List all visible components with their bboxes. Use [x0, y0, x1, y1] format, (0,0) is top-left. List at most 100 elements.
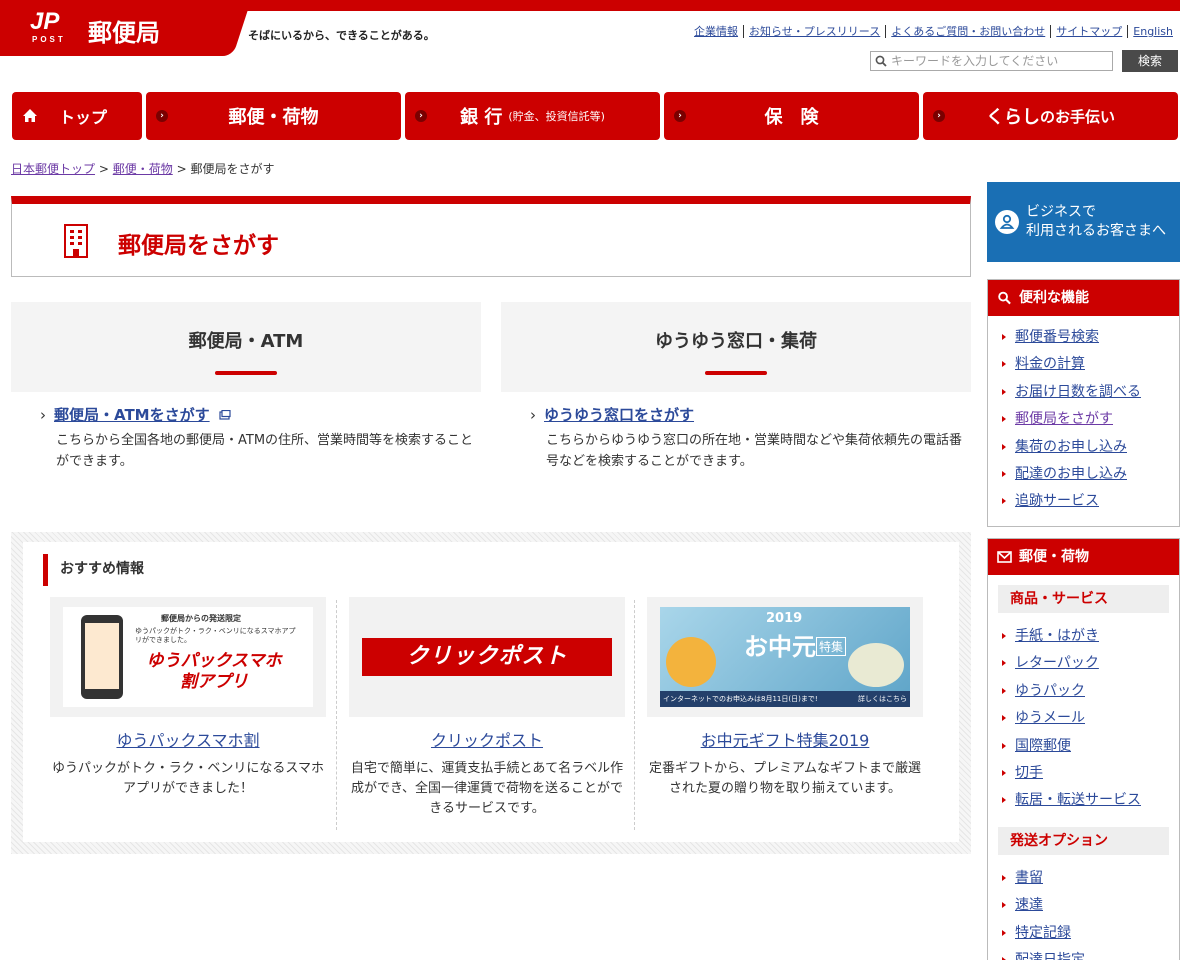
business-customers-banner[interactable]: ビジネスで 利用されるお客さまへ: [987, 182, 1180, 262]
useful-functions-title: 便利な機能: [1019, 290, 1089, 306]
home-icon: [23, 109, 37, 122]
list-item[interactable]: お届け日数を調べる: [1002, 381, 1179, 408]
list-item[interactable]: 配達日指定: [1002, 949, 1179, 960]
pickup-request-link[interactable]: 集荷のお申し込み: [1015, 439, 1127, 455]
card-banner[interactable]: 郵便局からの発送限定 ゆうパックがトク・ラク・ベンリになるスマホアプリができまし…: [50, 597, 326, 717]
card-ochugen[interactable]: 2019 お中元 特集 インターネットでのお申込みは8月11日(日)まで! 詳し…: [647, 597, 923, 799]
list-item[interactable]: 料金の計算: [1002, 353, 1179, 380]
panel-heading: 郵便局・ATM: [188, 331, 304, 352]
breadcrumb-link-mail[interactable]: 郵便・荷物: [113, 162, 173, 176]
banner-main-text: お中元: [744, 632, 816, 661]
card-clickpost[interactable]: クリックポスト クリックポスト 自宅で簡単に、運賃支払手続とあて名ラベル作成がで…: [349, 597, 625, 819]
chevron-right-icon: ›: [40, 406, 46, 424]
options-subheader: 発送オプション: [998, 826, 1169, 855]
page: JP POST 郵便局 そばにいるから、できることがある。 企業情報 お知らせ・…: [0, 0, 1180, 960]
link-sitemap[interactable]: サイトマップ: [1050, 25, 1127, 38]
search-button[interactable]: 検索: [1122, 50, 1178, 72]
recommend-inner: おすすめ情報 郵便局からの発送限定 ゆうパックがトク・ラク・ベンリになるスマホア…: [23, 542, 959, 842]
heading-underline: [705, 371, 767, 375]
delivery-days-link[interactable]: お届け日数を調べる: [1015, 384, 1141, 400]
mail-parcel-title: 郵便・荷物: [1019, 549, 1089, 565]
list-item[interactable]: 転居・転送サービス: [1002, 789, 1179, 816]
list-item[interactable]: 郵便局をさがす: [1002, 408, 1179, 435]
yumail-link[interactable]: ゆうメール: [1015, 710, 1085, 726]
chevron-right-icon: ›: [933, 110, 945, 122]
list-item[interactable]: 国際郵便: [1002, 735, 1179, 762]
letterpack-link[interactable]: レターパック: [1015, 655, 1099, 671]
list-item[interactable]: ゆうパック: [1002, 680, 1179, 707]
link-corporate-info[interactable]: 企業情報: [689, 25, 743, 38]
stamps-link[interactable]: 切手: [1015, 765, 1043, 781]
delivery-date-link[interactable]: 配達日指定: [1015, 952, 1085, 960]
banner-top-text: 郵便局からの発送限定: [161, 614, 241, 623]
card-title-link[interactable]: クリックポスト: [349, 727, 625, 751]
find-post-office-atm-link[interactable]: 郵便局・ATMをさがす: [54, 406, 210, 424]
postal-code-search-link[interactable]: 郵便番号検索: [1015, 329, 1099, 345]
search-icon: [875, 55, 887, 67]
building-icon: [64, 224, 88, 258]
delivery-request-link[interactable]: 配達のお申し込み: [1015, 466, 1127, 482]
link-english[interactable]: English: [1127, 25, 1178, 38]
recommend-title: おすすめ情報: [43, 554, 144, 586]
card-yupack-app[interactable]: 郵便局からの発送限定 ゆうパックがトク・ラク・ベンリになるスマホアプリができまし…: [50, 597, 326, 799]
business-banner-label: ビジネスで 利用されるお客さまへ: [1026, 204, 1166, 239]
page-title: 郵便局をさがす: [118, 233, 279, 259]
list-item[interactable]: 切手: [1002, 762, 1179, 789]
card-banner[interactable]: 2019 お中元 特集 インターネットでのお申込みは8月11日(日)まで! 詳し…: [647, 597, 923, 717]
banner-footer-bar: インターネットでのお申込みは8月11日(日)まで! 詳しくはこちら: [660, 691, 910, 707]
list-item[interactable]: 書留: [1002, 867, 1179, 894]
tagline: そばにいるから、できることがある。: [248, 29, 435, 42]
nav-insurance[interactable]: › 保 険: [664, 92, 919, 140]
express-link[interactable]: 速達: [1015, 897, 1043, 913]
nav-insurance-label: 保 険: [764, 107, 819, 128]
banner-footer-text: インターネットでのお申込みは8月11日(日)まで!: [663, 695, 818, 703]
specified-record-link[interactable]: 特定記録: [1015, 925, 1071, 941]
letter-postcard-link[interactable]: 手紙・はがき: [1015, 628, 1099, 644]
list-item[interactable]: レターパック: [1002, 652, 1179, 679]
registered-mail-link[interactable]: 書留: [1015, 870, 1043, 886]
phone-image: [81, 615, 123, 699]
list-item[interactable]: 集荷のお申し込み: [1002, 436, 1179, 463]
envelope-icon: [997, 551, 1012, 563]
noodle-image: [848, 643, 904, 687]
nav-top[interactable]: トップ: [12, 92, 142, 140]
list-item[interactable]: 手紙・はがき: [1002, 625, 1179, 652]
list-item[interactable]: 配達のお申し込み: [1002, 463, 1179, 490]
nav-mail[interactable]: › 郵便・荷物: [146, 92, 401, 140]
forwarding-service-link[interactable]: 転居・転送サービス: [1015, 792, 1141, 808]
clickpost-banner: クリックポスト: [362, 638, 612, 676]
breadcrumb-link-top[interactable]: 日本郵便トップ: [11, 162, 95, 176]
chevron-right-icon: ›: [530, 406, 536, 424]
nav-bank[interactable]: › 銀 行 (貯金、投資信託等): [405, 92, 660, 140]
list-item[interactable]: 速達: [1002, 894, 1179, 921]
card-title-link[interactable]: ゆうパックスマホ割: [50, 727, 326, 751]
nav-life-sub: のお手伝い: [1039, 107, 1115, 126]
breadcrumb-separator: >: [176, 162, 187, 176]
link-press-release[interactable]: お知らせ・プレスリリース: [743, 25, 885, 38]
yuyu-link-row: › ゆうゆう窓口をさがす: [530, 404, 694, 425]
search-box: [870, 51, 1113, 71]
heading-underline: [215, 371, 277, 375]
list-item[interactable]: 特定記録: [1002, 922, 1179, 949]
chevron-right-icon: ›: [156, 110, 168, 122]
search-input[interactable]: [891, 54, 1106, 68]
list-item[interactable]: ゆうメール: [1002, 707, 1179, 734]
nav-life[interactable]: › くらし のお手伝い: [923, 92, 1178, 140]
card-description: 自宅で簡単に、運賃支払手続とあて名ラベル作成ができ、全国一律運賃で荷物を送ること…: [350, 761, 624, 816]
mail-parcel-header: 郵便・荷物: [988, 539, 1179, 575]
card-title-link[interactable]: お中元ギフト特集2019: [647, 727, 923, 751]
find-post-office-link[interactable]: 郵便局をさがす: [1015, 411, 1113, 427]
utility-links: 企業情報 お知らせ・プレスリリース よくあるご質問・お問い合わせ サイトマップ …: [689, 25, 1178, 38]
find-yuyu-window-link[interactable]: ゆうゆう窓口をさがす: [544, 406, 694, 424]
list-item[interactable]: 郵便番号検索: [1002, 326, 1179, 353]
tracking-service-link[interactable]: 追跡サービス: [1015, 493, 1099, 509]
brand-name[interactable]: 郵便局: [88, 13, 160, 48]
card-banner[interactable]: クリックポスト: [349, 597, 625, 717]
banner-main-text: ゆうパックスマホ割アプリ: [146, 651, 282, 692]
yupack-link[interactable]: ゆうパック: [1015, 683, 1085, 699]
link-faq[interactable]: よくあるご質問・お問い合わせ: [885, 25, 1050, 38]
fee-calculation-link[interactable]: 料金の計算: [1015, 356, 1085, 372]
list-item[interactable]: 追跡サービス: [1002, 490, 1179, 517]
international-mail-link[interactable]: 国際郵便: [1015, 738, 1071, 754]
useful-functions-header: 便利な機能: [988, 280, 1179, 316]
